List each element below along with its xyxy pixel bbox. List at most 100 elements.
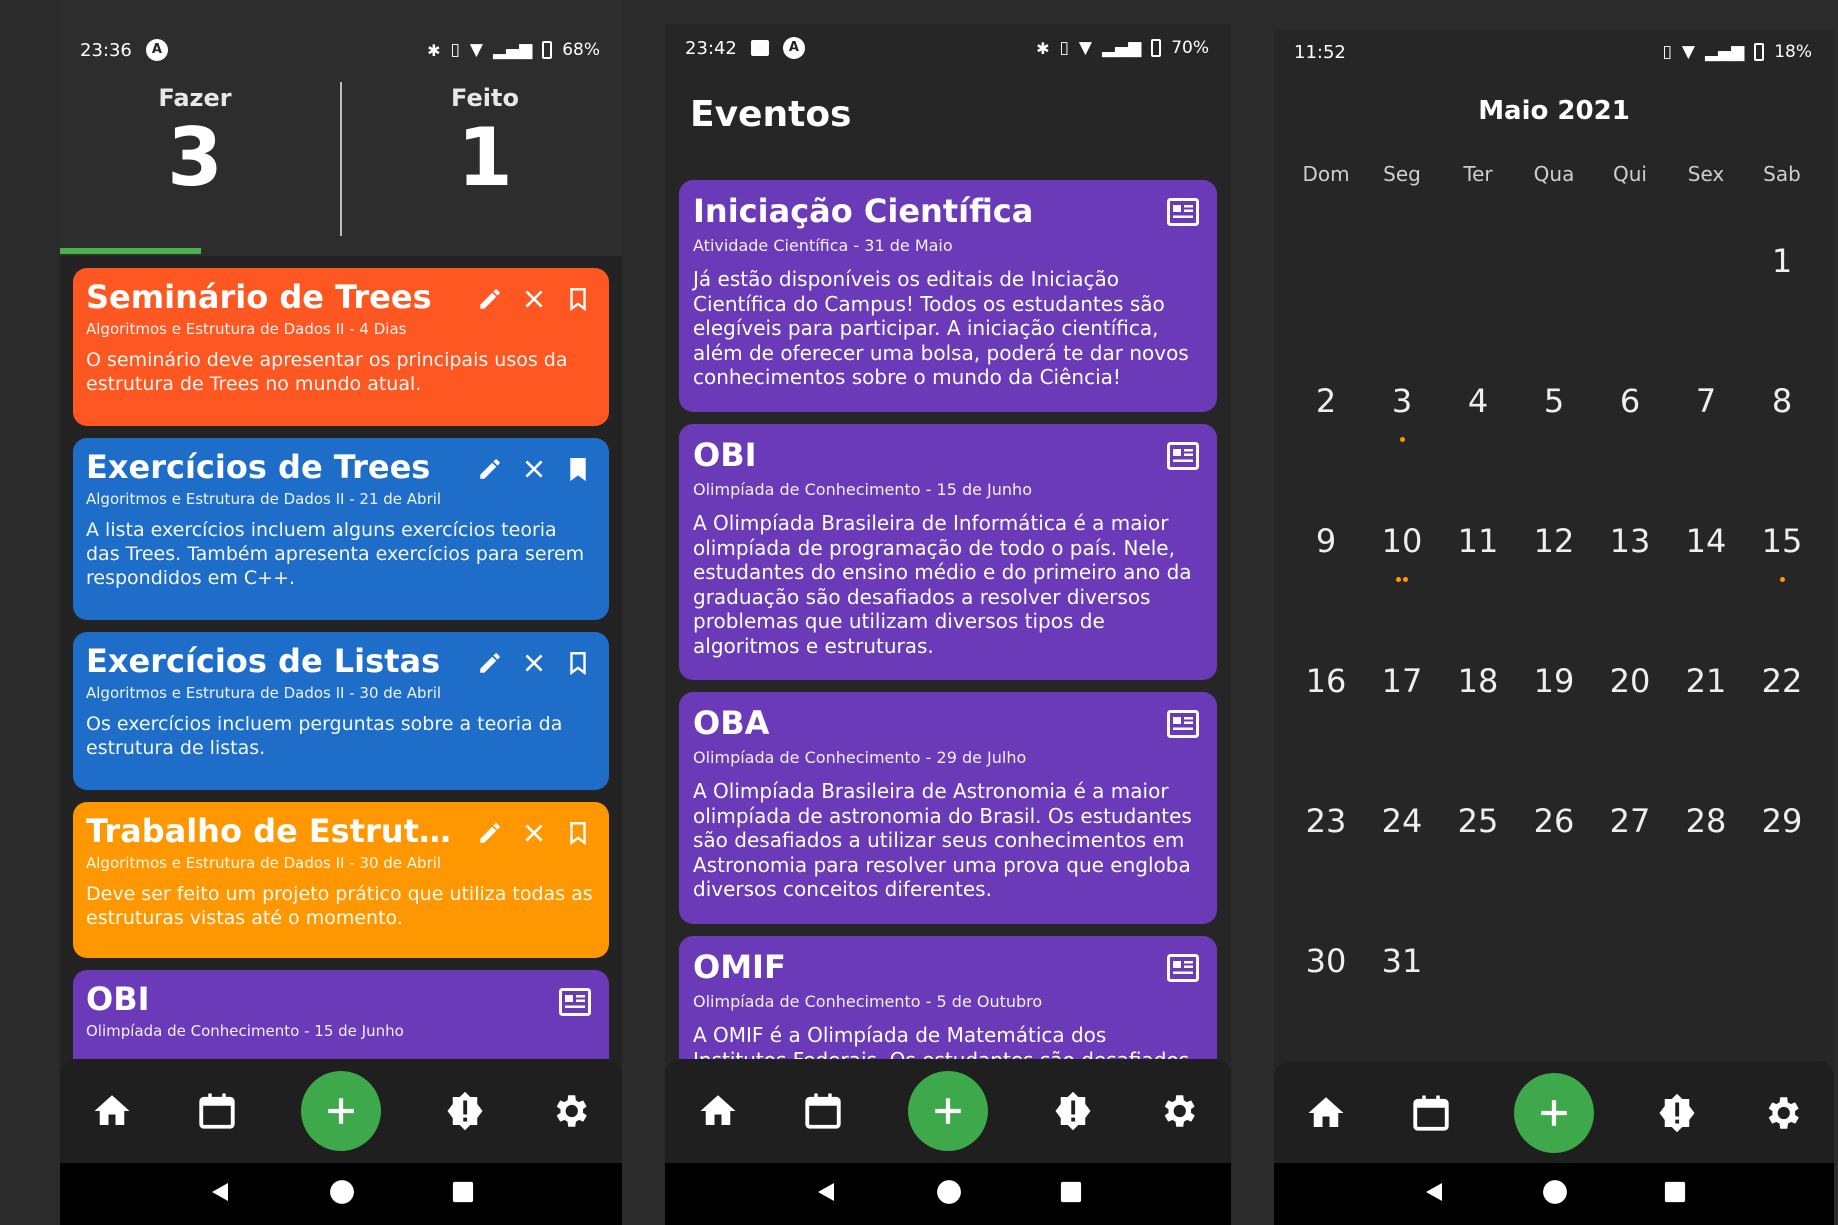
signal-icon: ▂▄▆: [492, 40, 533, 60]
bottom-navigation: [1274, 1061, 1834, 1165]
bookmark-outline-icon[interactable]: [565, 648, 591, 678]
recents-icon[interactable]: [1664, 1181, 1686, 1207]
edit-icon[interactable]: [477, 648, 503, 678]
recents-icon[interactable]: [452, 1181, 474, 1207]
calendar-day-grid: 1 2 3 4 5 6 7 8 9 10 11 12 13 14 15 16 17 18 19 20 21 22 23 24 2…: [1288, 230, 1820, 1070]
calendar-day[interactable]: 4: [1440, 370, 1516, 510]
wifi-icon: ▼: [1681, 42, 1695, 62]
settings-icon[interactable]: [1157, 1090, 1199, 1132]
calendar-day[interactable]: 3: [1364, 370, 1440, 510]
home-icon[interactable]: [91, 1090, 133, 1132]
add-icon: [1541, 1100, 1567, 1126]
calendar-day[interactable]: 12: [1516, 510, 1592, 650]
calendar-day[interactable]: 17: [1364, 650, 1440, 790]
home-circle-icon[interactable]: [936, 1179, 962, 1209]
alert-icon[interactable]: [444, 1090, 486, 1132]
article-icon[interactable]: [1167, 710, 1199, 738]
system-navigation-bar: [665, 1163, 1231, 1225]
calendar-day[interactable]: 2: [1288, 370, 1364, 510]
calendar-day[interactable]: 16: [1288, 650, 1364, 790]
calendar-day[interactable]: 9: [1288, 510, 1364, 650]
calendar-day[interactable]: 24: [1364, 790, 1440, 930]
calendar-day[interactable]: 21: [1668, 650, 1744, 790]
image-notification-icon: [750, 40, 769, 56]
calendar-day[interactable]: 31: [1364, 930, 1440, 1070]
calendar-day[interactable]: 14: [1668, 510, 1744, 650]
calendar-day[interactable]: 6: [1592, 370, 1668, 510]
calendar-day[interactable]: 28: [1668, 790, 1744, 930]
home-circle-icon[interactable]: [329, 1179, 355, 1209]
calendar-day[interactable]: 18: [1440, 650, 1516, 790]
task-subtitle: Algoritmos e Estrutura de Dados II - 30 …: [86, 684, 442, 702]
alert-icon[interactable]: [1656, 1092, 1698, 1134]
calendar-day[interactable]: 23: [1288, 790, 1364, 930]
todo-counter[interactable]: Fazer 3: [60, 70, 330, 198]
task-card[interactable]: Seminário de Trees Algoritmos e Estrutur…: [73, 268, 609, 426]
event-card[interactable]: OBA Olimpíada de Conhecimento - 29 de Ju…: [679, 692, 1217, 924]
close-icon[interactable]: [521, 284, 547, 314]
add-button[interactable]: [1513, 1073, 1594, 1153]
bottom-navigation: [665, 1059, 1231, 1163]
calendar-day[interactable]: 15: [1744, 510, 1820, 650]
event-title: OBA: [693, 704, 770, 742]
calendar-day[interactable]: 30: [1288, 930, 1364, 1070]
edit-icon[interactable]: [477, 454, 503, 484]
calendar-icon[interactable]: [802, 1090, 844, 1132]
back-icon[interactable]: [208, 1180, 232, 1208]
weekday-label: Sex: [1687, 162, 1725, 186]
bookmark-outline-icon[interactable]: [565, 818, 591, 848]
back-icon[interactable]: [1422, 1180, 1446, 1208]
calendar-day[interactable]: 29: [1744, 790, 1820, 930]
calendar-day[interactable]: 11: [1440, 510, 1516, 650]
edit-icon[interactable]: [477, 818, 503, 848]
settings-icon[interactable]: [1761, 1092, 1803, 1134]
done-counter[interactable]: Feito 1: [350, 70, 620, 198]
calendar-day[interactable]: 10: [1364, 510, 1440, 650]
event-card[interactable]: OBI Olimpíada de Conhecimento - 15 de Ju…: [679, 424, 1217, 680]
calendar-day[interactable]: 8: [1744, 370, 1820, 510]
calendar-day[interactable]: 7: [1668, 370, 1744, 510]
calendar-day[interactable]: 5: [1516, 370, 1592, 510]
done-label: Feito: [451, 84, 519, 112]
close-icon[interactable]: [521, 648, 547, 678]
battery-icon: [542, 41, 553, 59]
article-icon[interactable]: [559, 988, 591, 1016]
edit-icon[interactable]: [477, 284, 503, 314]
calendar-day[interactable]: 22: [1744, 650, 1820, 790]
home-circle-icon[interactable]: [1542, 1179, 1568, 1209]
add-button[interactable]: [907, 1071, 988, 1151]
add-button[interactable]: [300, 1071, 381, 1151]
calendar-empty-cell: [1440, 230, 1516, 370]
close-icon[interactable]: [521, 454, 547, 484]
task-card[interactable]: Exercícios de Trees Algoritmos e Estrutu…: [73, 438, 609, 620]
bookmark-outline-icon[interactable]: [565, 284, 591, 314]
day-number: 23: [1305, 802, 1347, 840]
task-card[interactable]: Exercícios de Listas Algoritmos e Estrut…: [73, 632, 609, 790]
day-number: 28: [1685, 802, 1727, 840]
alert-icon[interactable]: [1052, 1090, 1094, 1132]
article-icon[interactable]: [1167, 954, 1199, 982]
calendar-day[interactable]: 1: [1744, 230, 1820, 370]
calendar-day[interactable]: 26: [1516, 790, 1592, 930]
calendar-day[interactable]: 13: [1592, 510, 1668, 650]
app-notification-icon: A: [145, 39, 168, 61]
calendar-icon[interactable]: [196, 1090, 238, 1132]
calendar-day[interactable]: 27: [1592, 790, 1668, 930]
settings-icon[interactable]: [549, 1090, 591, 1132]
calendar-day[interactable]: 25: [1440, 790, 1516, 930]
home-icon[interactable]: [697, 1090, 739, 1132]
back-icon[interactable]: [814, 1180, 838, 1208]
bookmark-filled-icon[interactable]: [565, 454, 591, 484]
calendar-day[interactable]: 20: [1592, 650, 1668, 790]
article-icon[interactable]: [1167, 198, 1199, 226]
task-card[interactable]: Trabalho de Estruturas... Algoritmos e E…: [73, 802, 609, 958]
recents-icon[interactable]: [1060, 1181, 1082, 1207]
calendar-day[interactable]: 19: [1516, 650, 1592, 790]
calendar-icon[interactable]: [1410, 1092, 1452, 1134]
battery-icon: [1151, 39, 1162, 57]
home-icon[interactable]: [1305, 1092, 1347, 1134]
close-icon[interactable]: [521, 818, 547, 848]
day-number: 25: [1457, 802, 1499, 840]
article-icon[interactable]: [1167, 442, 1199, 470]
event-card[interactable]: Iniciação Científica Atividade Científic…: [679, 180, 1217, 412]
